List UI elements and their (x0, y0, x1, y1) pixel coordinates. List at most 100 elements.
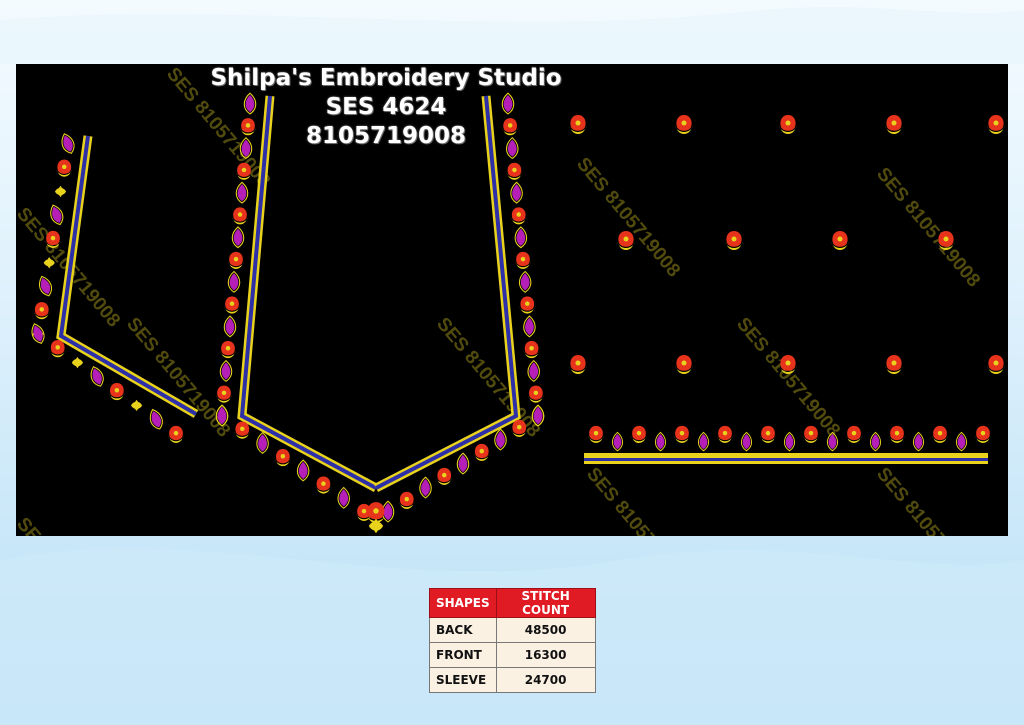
paisley-motif (510, 181, 523, 204)
flower-motif (436, 467, 453, 485)
flower-motif (673, 425, 691, 443)
flower-motif (274, 449, 291, 467)
count-back: 48500 (495, 617, 596, 643)
paisley-motif (50, 204, 64, 226)
motif-layer (31, 92, 1005, 534)
paisley-motif (527, 359, 540, 382)
paisley-motif (38, 275, 53, 297)
paisley-motif (955, 431, 968, 452)
studio-title-block: Shilpa's Embroidery Studio SES 4624 8105… (196, 64, 576, 151)
paisley-motif (523, 315, 536, 338)
flower-motif (108, 383, 125, 401)
flower-motif (831, 231, 849, 250)
count-front: 16300 (495, 642, 596, 668)
flower-motif (845, 425, 863, 443)
paisley-motif (514, 226, 528, 249)
paisley-motif (740, 431, 753, 452)
table-row: SLEEVE 24700 (429, 667, 596, 693)
paisley-motif (256, 431, 269, 454)
paisley-motif (296, 459, 310, 482)
table-row: BACK 48500 (429, 617, 596, 643)
watermark-text: SES 8105719008 (872, 464, 984, 536)
flower-motif (56, 159, 73, 177)
flower-motif (519, 296, 536, 314)
flower-motif (231, 207, 249, 225)
flower-motif (587, 425, 605, 443)
paisley-motif (337, 486, 350, 509)
flower-motif (569, 355, 587, 374)
table-header-row: SHAPES STITCH COUNT (429, 588, 596, 618)
flower-motif (675, 355, 693, 374)
paisley-motif (869, 431, 882, 452)
flower-motif (167, 425, 185, 443)
front-neck-border-left (237, 95, 379, 492)
watermark-text: SES 8105719008 (16, 514, 124, 536)
watermark-text: SES 8105719008 (582, 464, 694, 536)
flower-motif (725, 231, 743, 250)
flower-motif (473, 443, 490, 461)
flower-motif (227, 251, 245, 269)
paisley-motif (223, 315, 237, 338)
paisley-motif (219, 359, 233, 382)
flower-motif (398, 491, 415, 509)
leaf-motif (71, 356, 84, 369)
paisley-motif (149, 408, 163, 430)
flower-motif (885, 355, 903, 374)
paisley-motif (611, 431, 624, 452)
watermark-text: SES 8105719008 (872, 164, 984, 292)
shape-back: BACK (429, 617, 497, 643)
flower-motif (630, 425, 648, 443)
flower-motif (510, 207, 527, 225)
flower-motif (215, 385, 233, 403)
flower-motif (223, 296, 241, 314)
flower-motif (315, 476, 332, 494)
flower-motif (987, 355, 1005, 374)
paisley-motif (235, 181, 249, 204)
flower-motif (885, 115, 903, 134)
flower-motif (675, 115, 693, 134)
paisley-motif (90, 366, 104, 387)
flower-motif (987, 115, 1005, 134)
flower-motif (802, 425, 820, 443)
flower-motif (974, 425, 992, 443)
flower-motif (33, 302, 50, 320)
flower-motif (527, 385, 544, 403)
flower-motif (514, 251, 532, 269)
shape-front: FRONT (429, 642, 497, 668)
paisley-motif (494, 428, 507, 451)
flower-motif (888, 425, 906, 443)
watermark-text: SES 8105719008 (572, 154, 684, 282)
flower-motif (506, 162, 523, 180)
watermark-text: SES 8105719008 (732, 314, 844, 442)
header-stitch-count: STITCH COUNT (495, 588, 596, 618)
flower-motif (219, 341, 237, 359)
embroidery-design-panel: SES 8105719008 SES 8105719008 SES 81057190… (16, 64, 1008, 536)
paisley-motif (783, 431, 796, 452)
leaf-motif (54, 185, 67, 198)
sleeve-border-line (584, 453, 988, 458)
table-row: FRONT 16300 (429, 642, 596, 668)
paisley-motif (654, 431, 667, 452)
paisley-motif (518, 270, 532, 293)
flower-motif (716, 425, 734, 443)
paisley-motif (31, 323, 45, 344)
header-shapes: SHAPES (429, 588, 497, 618)
stitch-count-table: SHAPES STITCH COUNT BACK 48500 FRONT 163… (429, 588, 596, 693)
paisley-motif (231, 226, 245, 249)
paisley-motif (697, 431, 710, 452)
paisley-motif (456, 452, 470, 475)
front-neck-border-right (373, 95, 521, 493)
flower-motif (931, 425, 949, 443)
paisley-motif (531, 404, 545, 427)
design-code: SES 4624 (325, 94, 447, 120)
phone-number: 8105719008 (305, 123, 467, 149)
paisley-motif (912, 431, 925, 452)
flower-motif (523, 341, 540, 359)
paisley-motif (61, 133, 75, 154)
flower-motif (779, 115, 797, 134)
studio-name: Shilpa's Embroidery Studio (210, 65, 562, 91)
paisley-motif (419, 476, 432, 499)
count-sleeve: 24700 (495, 667, 596, 693)
paisley-motif (227, 270, 241, 293)
shape-sleeve: SLEEVE (429, 667, 497, 693)
